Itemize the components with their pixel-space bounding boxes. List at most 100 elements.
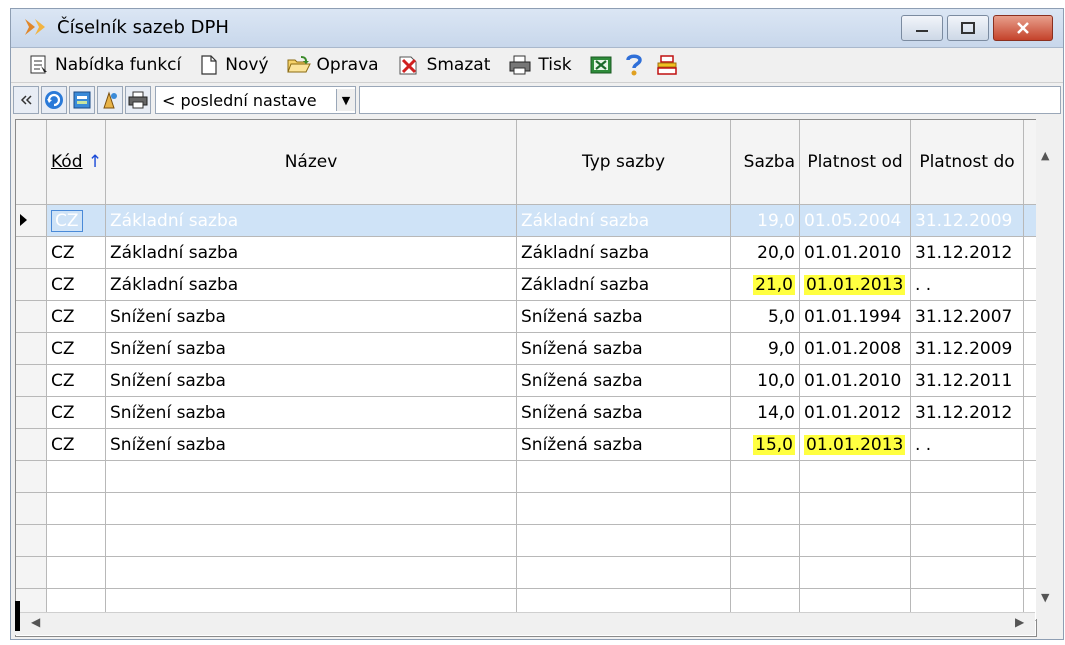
- cell-platnost-do[interactable]: 31.12.2012: [910, 236, 1024, 269]
- cell-platnost-od[interactable]: 01.01.1994: [799, 300, 911, 333]
- cell-typ[interactable]: Snížená sazba: [516, 300, 731, 333]
- column-header-kod[interactable]: Kód ↑: [46, 120, 106, 205]
- cell-nazev[interactable]: Základní sazba: [105, 236, 517, 269]
- cell-sazba[interactable]: 10,0: [730, 364, 800, 397]
- cell-nazev[interactable]: Snížení sazba: [105, 332, 517, 365]
- cell-platnost-od[interactable]: 01.05.2004: [799, 204, 911, 237]
- row-filler: [1023, 428, 1036, 461]
- cell-platnost-od[interactable]: 01.01.2013: [799, 428, 911, 461]
- empty-row: [16, 492, 1036, 525]
- table-row[interactable]: CZ Snížení sazba Snížená sazba 14,0 01.0…: [16, 396, 1036, 429]
- scroll-down-icon[interactable]: ▼: [1041, 591, 1049, 604]
- cell-sazba[interactable]: 21,0: [730, 268, 800, 301]
- scroll-right-icon[interactable]: ▶: [1015, 615, 1024, 629]
- cell-platnost-do[interactable]: 31.12.2011: [910, 364, 1024, 397]
- cell-typ[interactable]: Snížená sazba: [516, 428, 731, 461]
- cell-sazba[interactable]: 9,0: [730, 332, 800, 365]
- cell-sazba[interactable]: 19,0: [730, 204, 800, 237]
- scroll-up-icon[interactable]: ▲: [1041, 149, 1049, 162]
- cell-nazev[interactable]: Základní sazba: [105, 204, 517, 237]
- cell-platnost-do[interactable]: . .: [910, 428, 1024, 461]
- cell-platnost-do[interactable]: 31.12.2009: [910, 332, 1024, 365]
- menu-button[interactable]: Nabídka funkcí: [29, 54, 181, 76]
- delete-button[interactable]: Smazat: [397, 54, 491, 76]
- cell-kod[interactable]: CZ: [46, 204, 106, 237]
- row-filler: [1023, 204, 1036, 237]
- table-row[interactable]: CZ Základní sazba Základní sazba 21,0 01…: [16, 268, 1036, 301]
- edit-button[interactable]: Oprava: [286, 54, 379, 76]
- cell-platnost-od[interactable]: 01.01.2010: [799, 364, 911, 397]
- cell-kod[interactable]: CZ: [46, 236, 106, 269]
- collapse-button[interactable]: [13, 86, 39, 114]
- menu-icon: [30, 55, 47, 74]
- maximize-button[interactable]: [947, 15, 989, 41]
- new-button[interactable]: Nový: [199, 54, 269, 76]
- table-row[interactable]: CZ Snížení sazba Snížená sazba 15,0 01.0…: [16, 428, 1036, 461]
- cell-sazba[interactable]: 14,0: [730, 396, 800, 429]
- cell-kod[interactable]: CZ: [46, 332, 106, 365]
- cell-sazba[interactable]: 15,0: [730, 428, 800, 461]
- cell-nazev[interactable]: Snížení sazba: [105, 300, 517, 333]
- delete-label: Smazat: [426, 55, 491, 75]
- print-button[interactable]: Tisk: [508, 54, 572, 76]
- cell-typ[interactable]: Základní sazba: [516, 236, 731, 269]
- edit-label: Oprava: [316, 55, 379, 75]
- vertical-scrollbar[interactable]: ▲ ▼: [1036, 119, 1058, 619]
- highlighted-value: 21,0: [753, 274, 795, 295]
- cell-platnost-do[interactable]: 31.12.2007: [910, 300, 1024, 333]
- close-button[interactable]: [993, 15, 1053, 41]
- cell-platnost-od[interactable]: 01.01.2010: [799, 236, 911, 269]
- scroll-position-marker: [15, 601, 20, 631]
- minimize-button[interactable]: [901, 15, 943, 41]
- cell-platnost-od[interactable]: 01.01.2013: [799, 268, 911, 301]
- main-window: Číselník sazeb DPH Nabídka funkcí Nový O…: [10, 8, 1064, 640]
- cell-nazev[interactable]: Snížení sazba: [105, 364, 517, 397]
- table-row[interactable]: CZ Základní sazba Základní sazba 19,0 01…: [16, 204, 1036, 237]
- cell-kod[interactable]: CZ: [46, 428, 106, 461]
- cell-kod[interactable]: CZ: [46, 268, 106, 301]
- scroll-left-icon[interactable]: ◀: [31, 615, 40, 629]
- cell-platnost-od[interactable]: 01.01.2008: [799, 332, 911, 365]
- table-row[interactable]: CZ Snížení sazba Snížená sazba 9,0 01.01…: [16, 332, 1036, 365]
- cell-platnost-do[interactable]: 31.12.2009: [910, 204, 1024, 237]
- export-button[interactable]: [656, 54, 678, 76]
- cell-typ[interactable]: Snížená sazba: [516, 364, 731, 397]
- cell-kod-value: CZ: [51, 209, 83, 232]
- row-indicator: [16, 236, 47, 269]
- cell-platnost-do[interactable]: 31.12.2012: [910, 396, 1024, 429]
- cell-platnost-od[interactable]: 01.01.2012: [799, 396, 911, 429]
- help-button[interactable]: [624, 53, 644, 77]
- cell-kod[interactable]: CZ: [46, 396, 106, 429]
- refresh-button[interactable]: [41, 86, 67, 114]
- filter-wizard-button[interactable]: [97, 86, 123, 114]
- cell-platnost-do[interactable]: . .: [910, 268, 1024, 301]
- table-row[interactable]: CZ Základní sazba Základní sazba 20,0 01…: [16, 236, 1036, 269]
- chevron-down-icon[interactable]: ▼: [336, 89, 355, 111]
- cell-sazba[interactable]: 20,0: [730, 236, 800, 269]
- cell-nazev[interactable]: Základní sazba: [105, 268, 517, 301]
- column-header-platnost-od[interactable]: Platnost od: [799, 120, 911, 205]
- column-header-platnost-do[interactable]: Platnost do: [910, 120, 1024, 205]
- cell-typ[interactable]: Základní sazba: [516, 268, 731, 301]
- settings-select[interactable]: < poslední nastave ▼: [155, 86, 356, 114]
- cell-kod[interactable]: CZ: [46, 364, 106, 397]
- column-header-typ[interactable]: Typ sazby: [516, 120, 731, 205]
- table-row[interactable]: CZ Snížení sazba Snížená sazba 10,0 01.0…: [16, 364, 1036, 397]
- cell-typ[interactable]: Základní sazba: [516, 204, 731, 237]
- cell-nazev[interactable]: Snížení sazba: [105, 428, 517, 461]
- cell-nazev[interactable]: Snížení sazba: [105, 396, 517, 429]
- print-label: Tisk: [538, 55, 572, 75]
- horizontal-scrollbar[interactable]: ◀ ▶: [15, 601, 1035, 635]
- cell-typ[interactable]: Snížená sazba: [516, 332, 731, 365]
- app-arrows-icon: [23, 15, 49, 44]
- table-row[interactable]: CZ Snížení sazba Snížená sazba 5,0 01.01…: [16, 300, 1036, 333]
- excel-button[interactable]: [590, 54, 612, 76]
- cell-kod[interactable]: CZ: [46, 300, 106, 333]
- print-list-button[interactable]: [125, 86, 151, 114]
- form-view-button[interactable]: [69, 86, 95, 114]
- column-header-nazev[interactable]: Název: [105, 120, 517, 205]
- cell-sazba[interactable]: 5,0: [730, 300, 800, 333]
- cell-typ[interactable]: Snížená sazba: [516, 396, 731, 429]
- filter-input[interactable]: [359, 86, 1061, 114]
- column-header-sazba[interactable]: Sazba: [730, 120, 800, 205]
